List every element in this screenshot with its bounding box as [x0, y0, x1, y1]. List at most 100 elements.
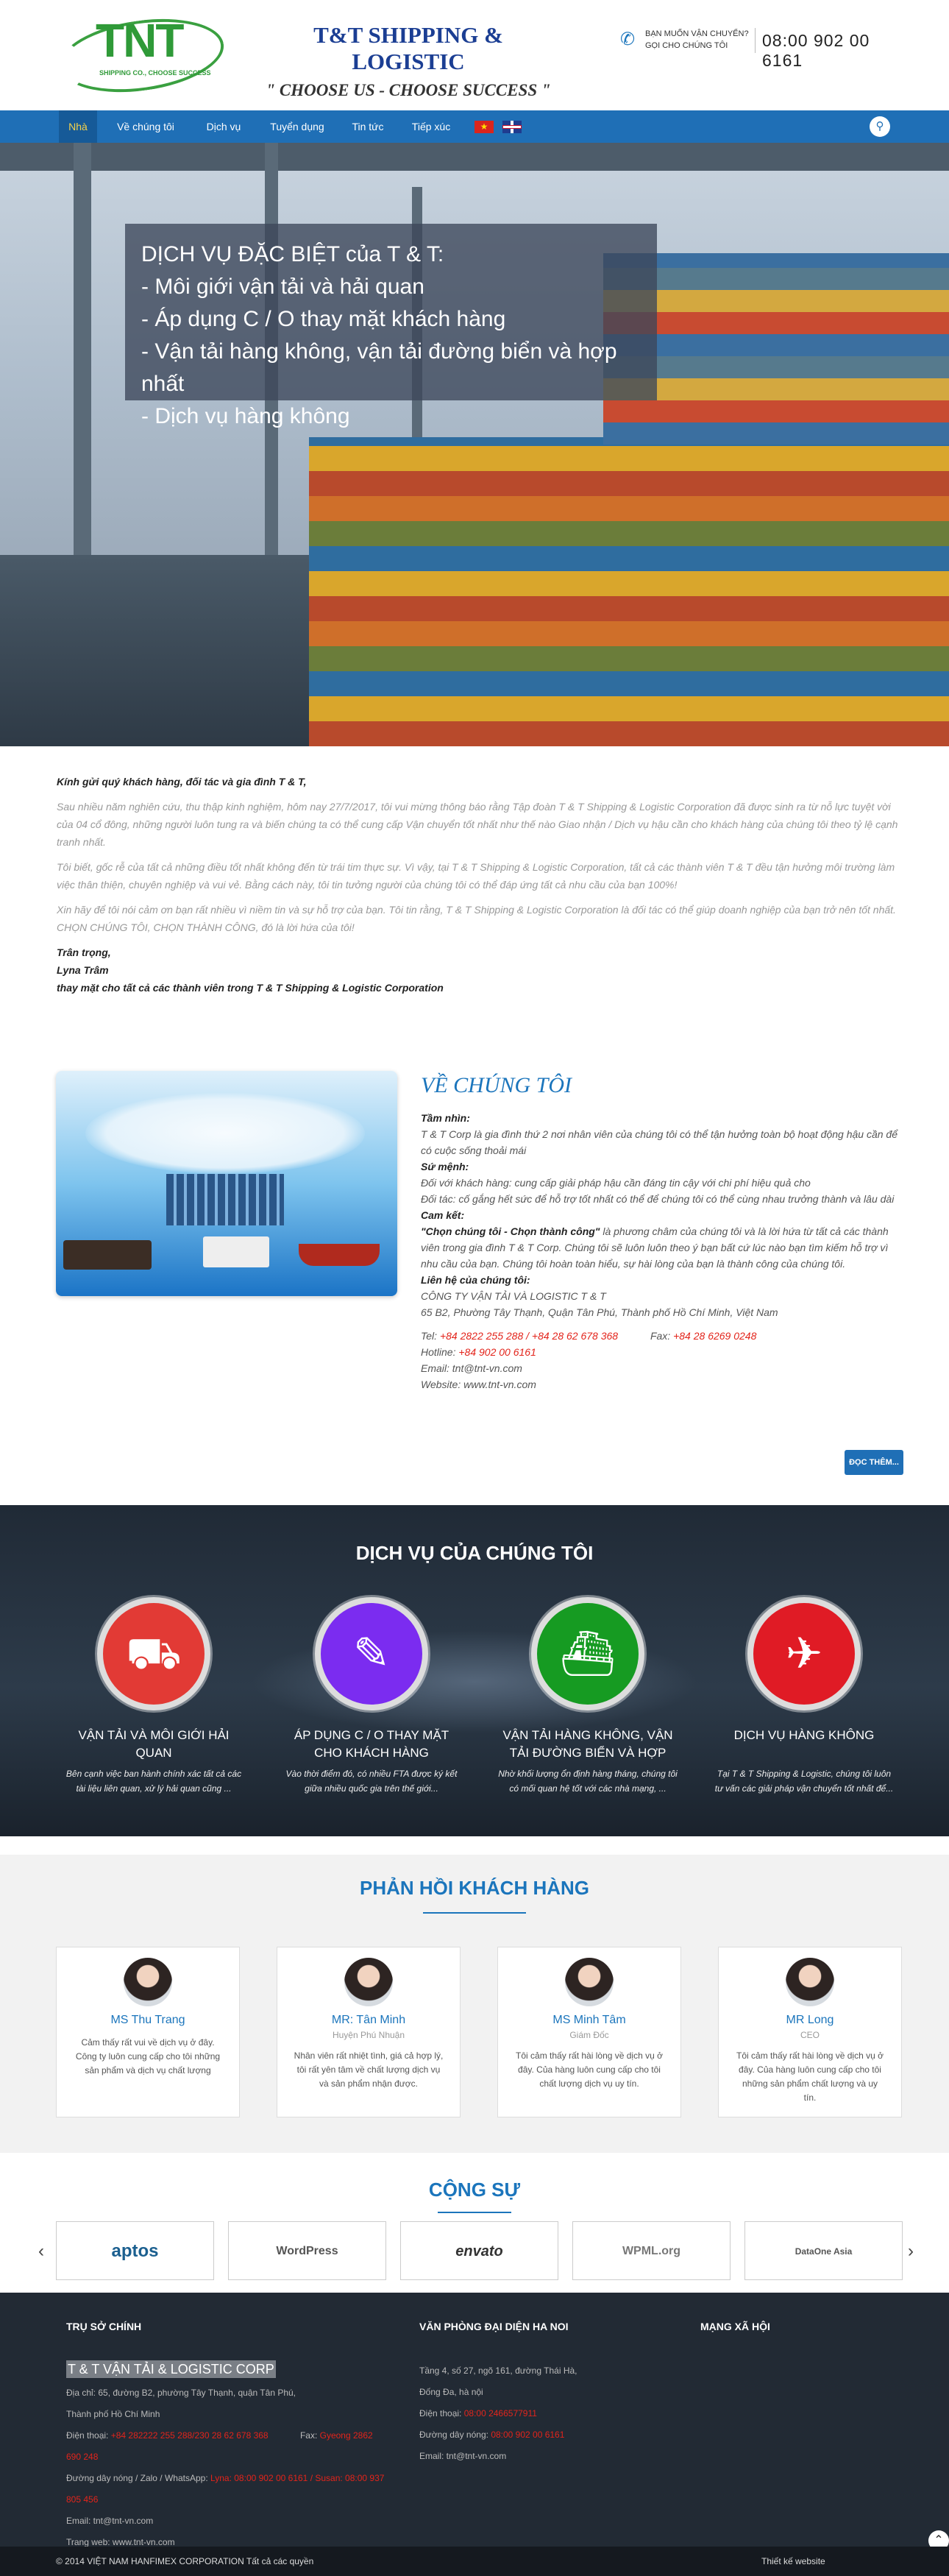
phone-row: Tel: +84 2822 255 288 / +84 28 62 678 36… — [421, 1328, 906, 1344]
footer-tel-label: Điện thoại: — [66, 2430, 109, 2441]
logo-text: TNT — [96, 14, 184, 67]
footer-email[interactable]: Email: tnt@tnt-vn.com — [419, 2446, 640, 2467]
hotline-divider — [755, 28, 756, 53]
website-text[interactable]: Website: www.tnt-vn.com — [421, 1376, 906, 1393]
testimonial-text: Cảm thấy rất vui về dịch vụ ở đây. Công … — [75, 2037, 221, 2076]
hotline-row: Hotline: +84 902 00 6161 — [421, 1344, 906, 1360]
testimonial-name: MR: Tân Minh — [331, 2014, 406, 2026]
website-design-link[interactable]: Thiết kế website — [761, 2547, 825, 2576]
company-logo[interactable]: TNT SHIPPING CO., CHOOSE SUCCESS — [54, 9, 229, 102]
fax-label: Fax: — [650, 1330, 671, 1342]
avatar — [786, 1958, 834, 2006]
footer-hotline-value[interactable]: 08:00 902 00 6161 — [491, 2430, 564, 2440]
service-item[interactable]: ✎ ÁP DỤNG C / O THAY MẶT CHO KHÁCH HÀNG … — [280, 1597, 463, 1796]
testimonial-role: CEO — [800, 2030, 820, 2040]
footer-hotline-row: Đường dây nóng / Zalo / WhatsApp: Lyna: … — [66, 2468, 390, 2510]
testimonial-card: MR Long CEO Tôi cảm thấy rất hài lòng về… — [718, 1947, 902, 2117]
carousel-next-icon[interactable]: › — [908, 2241, 914, 2262]
title-underline — [438, 2212, 511, 2213]
partner-logo-wordpress[interactable]: WordPress — [228, 2221, 386, 2280]
service-description: Bên cạnh việc ban hành chính xác tất cả … — [65, 1769, 242, 1794]
read-more-button[interactable]: ĐỌC THÊM... — [845, 1450, 903, 1475]
city-skyline — [166, 1174, 284, 1225]
nav-item-home[interactable]: Nhà — [59, 110, 97, 143]
hotline-value[interactable]: +84 902 00 6161 — [458, 1346, 536, 1358]
nav-item-about[interactable]: Về chúng tôi — [103, 110, 188, 143]
hero-caption-box: DỊCH VỤ ĐẶC BIỆT của T & T: - Môi giới v… — [125, 224, 657, 428]
avatar — [565, 1958, 614, 2006]
footer-phone-row: Điện thoại: +84 282222 255 288/230 28 62… — [66, 2425, 390, 2468]
footer-hanoi-office: VĂN PHÒNG ĐẠI DIỆN HA NOI Tầng 4, số 27,… — [419, 2321, 640, 2467]
footer-email[interactable]: Email: tnt@tnt-vn.com — [66, 2510, 390, 2532]
vision-text: T & T Corp là gia đình thứ 2 nơi nhân vi… — [421, 1128, 898, 1156]
footer-fax-label: Fax: — [299, 2430, 318, 2441]
service-name: VẬN TẢI HÀNG KHÔNG, VẬN TẢI ĐƯỜNG BIỂN V… — [502, 1728, 673, 1760]
crane-body — [0, 555, 309, 746]
nav-item-news[interactable]: Tin tức — [341, 110, 394, 143]
commitment-text: "Chọn chúng tôi - Chọn thành công" là ph… — [421, 1223, 906, 1272]
partner-logo-aptos[interactable]: aptos — [56, 2221, 214, 2280]
carousel-prev-icon[interactable]: ‹ — [38, 2241, 44, 2262]
testimonial-text: Nhân viên rất nhiệt tình, giá cả hợp lý,… — [294, 2050, 444, 2089]
footer-address: Đống Đa, hà nội — [419, 2387, 483, 2397]
container-stack — [309, 437, 949, 746]
footer-column-title: VĂN PHÒNG ĐẠI DIỆN HA NOI — [419, 2321, 569, 2332]
letter-paragraph: Sau nhiều năm nghiên cứu, thu thập kinh … — [57, 801, 898, 848]
letter-paragraph: Tôi biết, gốc rễ của tất cả những điều t… — [57, 861, 895, 891]
fax-value: +84 28 6269 0248 — [673, 1330, 757, 1342]
partner-logo-envato[interactable]: envato — [400, 2221, 558, 2280]
site-footer: TRỤ SỞ CHÍNH T & T VẬN TẢI & LOGISTIC CO… — [0, 2293, 949, 2547]
hotline-question: BẠN MUỐN VẬN CHUYỂN? — [645, 29, 749, 38]
footer-address: Tầng 4, số 27, ngõ 161, đường Thái Hà, — [419, 2366, 577, 2376]
footer-hotline-label: Đường dây nóng: — [419, 2430, 488, 2440]
search-icon[interactable]: ⚲ — [870, 116, 890, 137]
copyright-text: © 2014 VIỆT NAM HANFIMEX CORPORATION Tất… — [56, 2556, 314, 2566]
hero-line: - Môi giới vận tải và hải quan — [141, 275, 424, 299]
service-item[interactable]: ⛟ VẬN TẢI VÀ MÔI GIỚI HẢI QUAN Bên cạnh … — [62, 1597, 246, 1796]
title-underline — [423, 1912, 526, 1914]
service-name: DỊCH VỤ HÀNG KHÔNG — [733, 1728, 875, 1742]
logo-subtext: SHIPPING CO., CHOOSE SUCCESS — [99, 69, 211, 77]
commitment-motto: "Chọn chúng tôi - Chọn thành công" — [421, 1225, 600, 1237]
world-logistics-image — [56, 1071, 397, 1296]
service-item[interactable]: ⛴ VẬN TẢI HÀNG KHÔNG, VẬN TẢI ĐƯỜNG BIỂN… — [496, 1597, 680, 1796]
nav-item-careers[interactable]: Tuyển dụng — [259, 110, 335, 143]
welcome-letter: Kính gửi quý khách hàng, đối tác và gia … — [57, 773, 903, 997]
about-title: VỀ CHÚNG TÔI — [421, 1073, 572, 1097]
footer-tel-value[interactable]: +84 282222 255 288/230 28 62 678 368 — [111, 2430, 269, 2441]
service-item[interactable]: ✈ DỊCH VỤ HÀNG KHÔNG Tại T & T Shipping … — [712, 1597, 896, 1796]
document-icon: ✎ — [315, 1597, 428, 1710]
email-text[interactable]: Email: tnt@tnt-vn.com — [421, 1360, 906, 1376]
letter-greeting: Kính gửi quý khách hàng, đối tác và gia … — [57, 776, 307, 788]
nav-item-services[interactable]: Dịch vụ — [194, 110, 253, 143]
mission-text: Đối tác: cố gắng hết sức để hỗ trợ tốt n… — [421, 1193, 895, 1205]
footer-tel-value[interactable]: 08:00 2466577911 — [464, 2408, 537, 2418]
mission-text: Đối với khách hàng: cung cấp giải pháp h… — [421, 1177, 811, 1189]
testimonial-name: MR Long — [786, 2014, 834, 2026]
vision-heading: Tầm nhìn: — [421, 1112, 470, 1124]
footer-column-title: TRỤ SỞ CHÍNH — [66, 2321, 142, 2332]
hotline-label: Hotline: — [421, 1346, 456, 1358]
brand-slogan: " CHOOSE US - CHOOSE SUCCESS " — [266, 81, 551, 99]
service-description: Tại T & T Shipping & Logistic, chúng tôi… — [714, 1769, 894, 1794]
phone-icon: ✆ — [620, 29, 636, 49]
train-image — [63, 1240, 152, 1270]
footer-address: Thành phố Hồ Chí Minh — [66, 2409, 160, 2419]
footer-social: MẠNG XÃ HỘI — [700, 2321, 847, 2360]
tel-value[interactable]: +84 2822 255 288 / +84 28 62 678 368 — [440, 1330, 618, 1342]
service-description: Vào thời điểm đó, có nhiều FTA được ký k… — [285, 1769, 458, 1794]
footer-address: Địa chỉ: 65, đường B2, phường Tây Thạnh,… — [66, 2388, 296, 2398]
company-name: CÔNG TY VẬN TẢI VÀ LOGISTIC T & T — [421, 1290, 606, 1302]
nav-item-contact[interactable]: Tiếp xúc — [400, 110, 462, 143]
testimonial-card: MR: Tân Minh Huyện Phú Nhuận Nhân viên r… — [277, 1947, 461, 2117]
brand-block: T&T SHIPPING & LOGISTIC " CHOOSE US - CH… — [261, 22, 555, 100]
hotline-box: ✆ BẠN MUỐN VẬN CHUYỂN? GỌI CHO CHÚNG TÔI… — [620, 28, 907, 70]
vietnamese-flag-icon[interactable]: ★ — [474, 121, 494, 133]
truck-icon: ⛟ — [97, 1597, 210, 1710]
hotline-number[interactable]: 08:00 902 00 6161 — [762, 31, 907, 71]
footer-tel-label: Điện thoại: — [419, 2408, 462, 2418]
partner-logo-wpml[interactable]: WPML.org — [572, 2221, 731, 2280]
partner-logo-dataone[interactable]: DataOne Asia — [744, 2221, 903, 2280]
english-flag-icon[interactable] — [502, 121, 522, 133]
letter-paragraph: Xin hãy để tôi nói cảm ơn bạn rất nhiều … — [57, 904, 896, 933]
